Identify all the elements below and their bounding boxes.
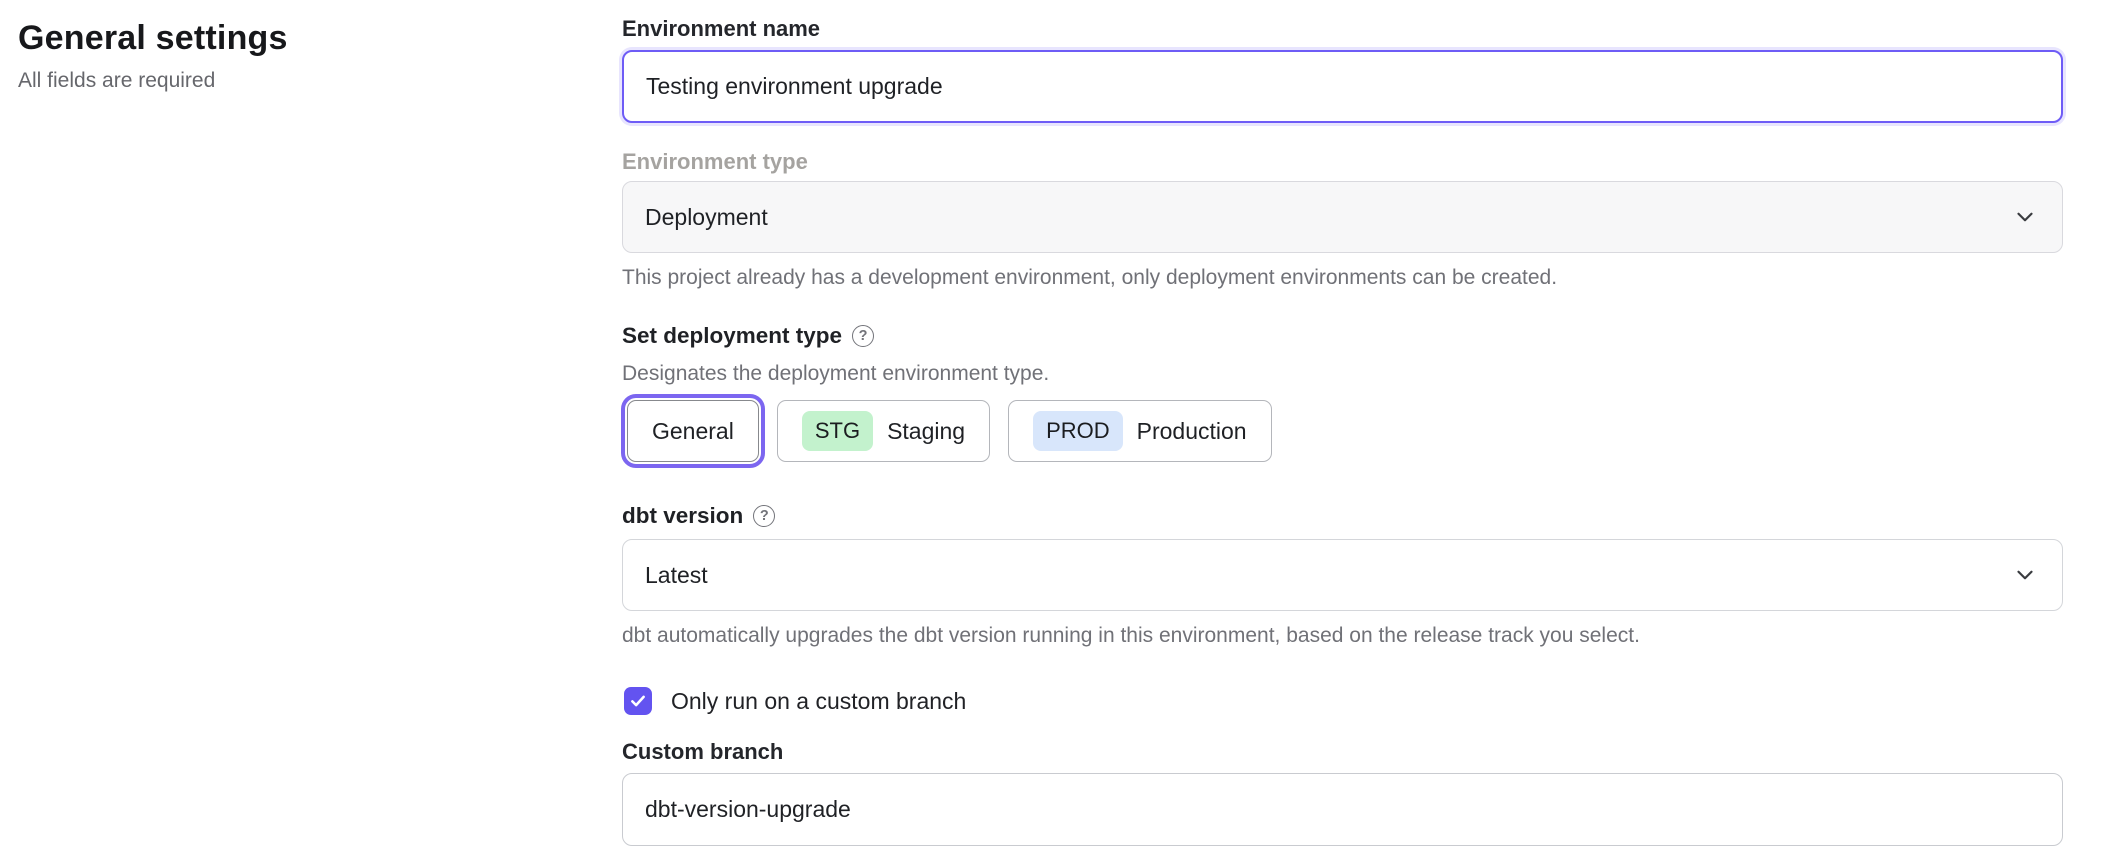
deployment-type-options: General STG Staging PROD Production — [622, 395, 2063, 467]
checkmark-icon — [629, 692, 647, 710]
deployment-type-label-text: Set deployment type — [622, 321, 842, 351]
deployment-type-staging-label: Staging — [887, 418, 965, 445]
deployment-type-label: Set deployment type ? — [622, 321, 2063, 351]
deployment-type-staging-button[interactable]: STG Staging — [777, 400, 990, 462]
dbt-version-value: Latest — [645, 562, 708, 589]
page-subtitle: All fields are required — [18, 69, 622, 93]
chevron-down-icon — [2012, 562, 2038, 588]
deployment-type-general-label: General — [652, 418, 734, 445]
environment-name-input[interactable] — [622, 50, 2063, 123]
custom-branch-checkbox[interactable] — [624, 687, 652, 715]
heading-column: General settings All fields are required — [18, 14, 622, 844]
environment-type-select[interactable]: Deployment — [622, 181, 2063, 253]
help-icon[interactable]: ? — [753, 505, 775, 527]
settings-form: Environment name Environment type Deploy… — [622, 14, 2063, 844]
custom-branch-label: Custom branch — [622, 739, 2063, 765]
custom-branch-checkbox-row[interactable]: Only run on a custom branch — [622, 687, 2063, 715]
environment-name-label: Environment name — [622, 16, 2063, 42]
custom-branch-input[interactable] — [622, 773, 2063, 846]
chevron-down-icon — [2012, 204, 2038, 230]
environment-type-value: Deployment — [645, 204, 768, 231]
environment-type-label: Environment type — [622, 149, 2063, 175]
deployment-type-production-button[interactable]: PROD Production — [1008, 400, 1272, 462]
dbt-version-label-text: dbt version — [622, 501, 743, 531]
dbt-version-label: dbt version ? — [622, 501, 2063, 531]
environment-settings-page: General settings All fields are required… — [0, 0, 2116, 864]
help-icon[interactable]: ? — [852, 325, 874, 347]
custom-branch-checkbox-label: Only run on a custom branch — [671, 688, 966, 715]
environment-type-helper: This project already has a development e… — [622, 265, 2063, 291]
deployment-type-production-label: Production — [1137, 418, 1247, 445]
production-badge: PROD — [1033, 411, 1123, 451]
page-title: General settings — [18, 18, 622, 59]
staging-badge: STG — [802, 411, 873, 451]
dbt-version-helper: dbt automatically upgrades the dbt versi… — [622, 623, 2063, 649]
deployment-type-general-button[interactable]: General — [627, 400, 759, 462]
dbt-version-select[interactable]: Latest — [622, 539, 2063, 611]
deployment-type-helper: Designates the deployment environment ty… — [622, 361, 2063, 387]
